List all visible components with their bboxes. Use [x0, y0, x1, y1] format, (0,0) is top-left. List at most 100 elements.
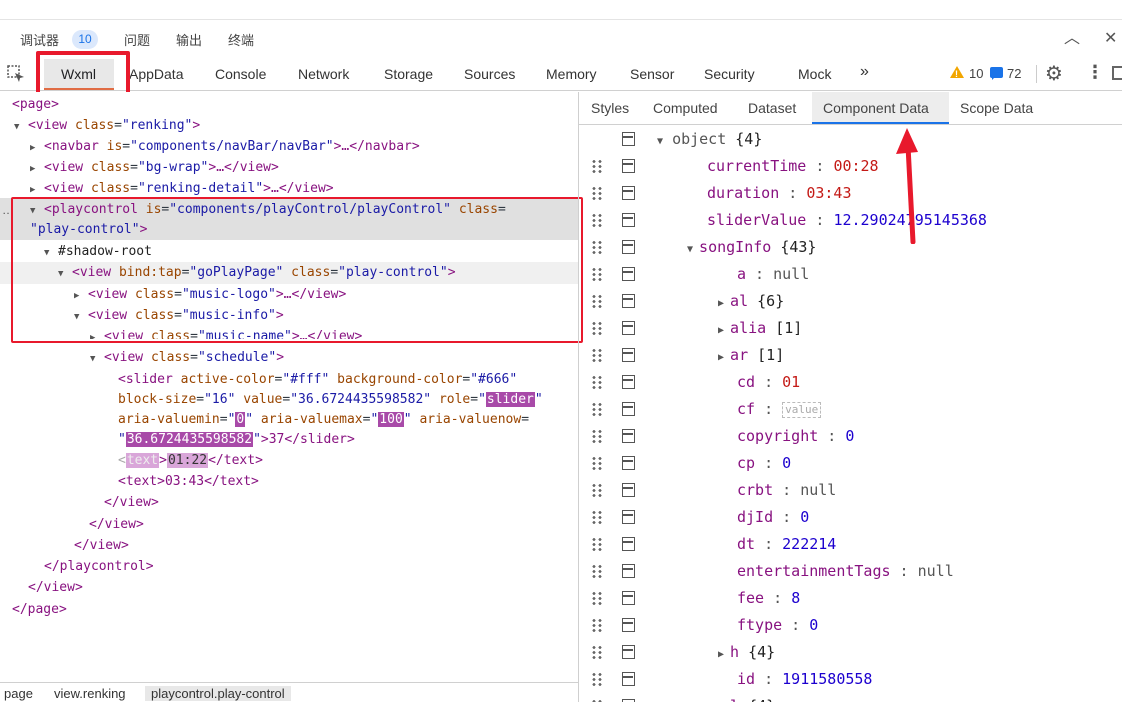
dock-side-icon[interactable]: [1112, 66, 1122, 80]
property-row[interactable]: currentTime : 00:28: [579, 153, 1122, 180]
property-value[interactable]: {6}: [757, 292, 784, 310]
collapse-square-icon[interactable]: [622, 294, 635, 308]
collapse-square-icon[interactable]: [622, 483, 635, 497]
drag-handle-icon[interactable]: [591, 618, 603, 633]
property-row[interactable]: a : null: [579, 261, 1122, 288]
wxml-node-slider[interactable]: <slider active-color="#fff" background-c…: [118, 370, 517, 390]
wxml-node-view-renking[interactable]: ▼ <view class="renking">: [14, 116, 200, 136]
property-value[interactable]: {4}: [748, 697, 775, 702]
wxml-node-renking-detail[interactable]: ▶ <view class="renking-detail">…</view>: [30, 179, 334, 199]
property-value[interactable]: [1]: [775, 319, 802, 337]
property-row[interactable]: sliderValue : 12.29024795145368: [579, 207, 1122, 234]
expand-triangle-icon[interactable]: ▶: [30, 138, 44, 158]
property-value[interactable]: null: [800, 481, 836, 499]
collapse-triangle-icon[interactable]: ▼: [657, 136, 663, 147]
more-options-icon[interactable]: ⋮: [1086, 62, 1104, 83]
property-value[interactable]: 0: [782, 454, 791, 472]
warning-count[interactable]: 10: [969, 66, 983, 81]
drag-handle-icon[interactable]: [591, 591, 603, 606]
property-value[interactable]: 8: [791, 589, 800, 607]
collapse-square-icon[interactable]: [622, 591, 635, 605]
drag-handle-icon[interactable]: [591, 429, 603, 444]
drag-handle-icon[interactable]: [591, 483, 603, 498]
property-row[interactable]: crbt : null: [579, 477, 1122, 504]
collapse-square-icon[interactable]: [622, 375, 635, 389]
tab-scope-data[interactable]: Scope Data: [960, 100, 1033, 116]
property-value[interactable]: {4}: [748, 643, 775, 661]
expand-triangle-icon[interactable]: ▶: [718, 352, 730, 363]
collapse-triangle-icon[interactable]: ▼: [687, 244, 699, 255]
tab-debugger[interactable]: 调试器: [20, 30, 59, 49]
drag-handle-icon[interactable]: [591, 645, 603, 660]
collapse-square-icon[interactable]: [622, 159, 635, 173]
collapse-square-icon[interactable]: [622, 240, 635, 254]
drag-handle-icon[interactable]: [591, 375, 603, 390]
tab-terminal[interactable]: 终端: [228, 30, 254, 49]
drag-handle-icon[interactable]: [591, 213, 603, 228]
drag-handle-icon[interactable]: [591, 240, 603, 255]
property-row[interactable]: cd : 01: [579, 369, 1122, 396]
collapse-square-icon[interactable]: [622, 402, 635, 416]
property-value[interactable]: 03:43: [806, 184, 851, 202]
collapse-square-icon[interactable]: [622, 456, 635, 470]
tab-console[interactable]: Console: [215, 66, 266, 82]
drag-handle-icon[interactable]: [591, 267, 603, 282]
close-panel-icon[interactable]: ✕: [1104, 31, 1117, 47]
drag-handle-icon[interactable]: [591, 159, 603, 174]
drag-handle-icon[interactable]: [591, 402, 603, 417]
expand-triangle-icon[interactable]: ▶: [718, 325, 730, 336]
wxml-node-schedule[interactable]: ▼ <view class="schedule">: [90, 348, 284, 368]
tab-computed[interactable]: Computed: [653, 100, 718, 116]
property-value[interactable]: 00:28: [833, 157, 878, 175]
breadcrumb-item-page[interactable]: page: [4, 686, 33, 701]
property-value[interactable]: value: [782, 401, 822, 418]
property-row[interactable]: copyright : 0: [579, 423, 1122, 450]
tab-styles[interactable]: Styles: [591, 100, 629, 116]
expand-triangle-icon[interactable]: ▶: [30, 159, 44, 179]
tab-appdata[interactable]: AppData: [129, 66, 183, 82]
collapse-square-icon[interactable]: [622, 510, 635, 524]
tab-sensor[interactable]: Sensor: [630, 66, 674, 82]
inspect-element-icon[interactable]: [7, 65, 27, 85]
drag-handle-icon[interactable]: [591, 186, 603, 201]
tab-problems[interactable]: 问题: [124, 30, 150, 49]
collapse-square-icon[interactable]: [622, 267, 635, 281]
expand-triangle-icon[interactable]: ▶: [718, 298, 730, 309]
settings-gear-icon[interactable]: ⚙: [1045, 61, 1063, 86]
tab-output[interactable]: 输出: [176, 30, 202, 49]
property-row[interactable]: ftype : 0: [579, 612, 1122, 639]
property-row[interactable]: ▶ ar [1]: [579, 342, 1122, 369]
property-value[interactable]: null: [773, 265, 809, 283]
collapse-triangle-icon[interactable]: ▼: [14, 117, 28, 137]
property-row[interactable]: djId : 0: [579, 504, 1122, 531]
drag-handle-icon[interactable]: [591, 321, 603, 336]
property-row[interactable]: cp : 0: [579, 450, 1122, 477]
tab-memory[interactable]: Memory: [546, 66, 597, 82]
collapse-triangle-icon[interactable]: ▼: [90, 349, 104, 369]
object-root-row[interactable]: ▼ object {4}: [579, 126, 1122, 153]
breadcrumb-item-playcontrol[interactable]: playcontrol.play-control: [145, 686, 291, 701]
collapse-square-icon[interactable]: [622, 132, 635, 146]
message-count[interactable]: 72: [1007, 66, 1021, 81]
property-row[interactable]: entertainmentTags : null: [579, 558, 1122, 585]
collapse-square-icon[interactable]: [622, 429, 635, 443]
property-value[interactable]: 1911580558: [782, 670, 872, 688]
tab-network[interactable]: Network: [298, 66, 349, 82]
property-value[interactable]: null: [918, 562, 954, 580]
property-value[interactable]: 0: [845, 427, 854, 445]
collapse-square-icon[interactable]: [622, 564, 635, 578]
property-row[interactable]: ▶ h {4}: [579, 639, 1122, 666]
collapse-square-icon[interactable]: [622, 537, 635, 551]
collapse-square-icon[interactable]: [622, 186, 635, 200]
property-row[interactable]: ▶ l {4}: [579, 693, 1122, 702]
property-row[interactable]: cf : value: [579, 396, 1122, 423]
tab-mock[interactable]: Mock: [798, 66, 831, 82]
property-row[interactable]: id : 1911580558: [579, 666, 1122, 693]
property-row[interactable]: dt : 222214: [579, 531, 1122, 558]
collapse-square-icon[interactable]: [622, 672, 635, 686]
drag-handle-icon[interactable]: [591, 294, 603, 309]
tab-component-data[interactable]: Component Data: [823, 100, 929, 116]
expand-triangle-icon[interactable]: ▶: [718, 649, 730, 660]
tab-security[interactable]: Security: [704, 66, 755, 82]
drag-handle-icon[interactable]: [591, 537, 603, 552]
